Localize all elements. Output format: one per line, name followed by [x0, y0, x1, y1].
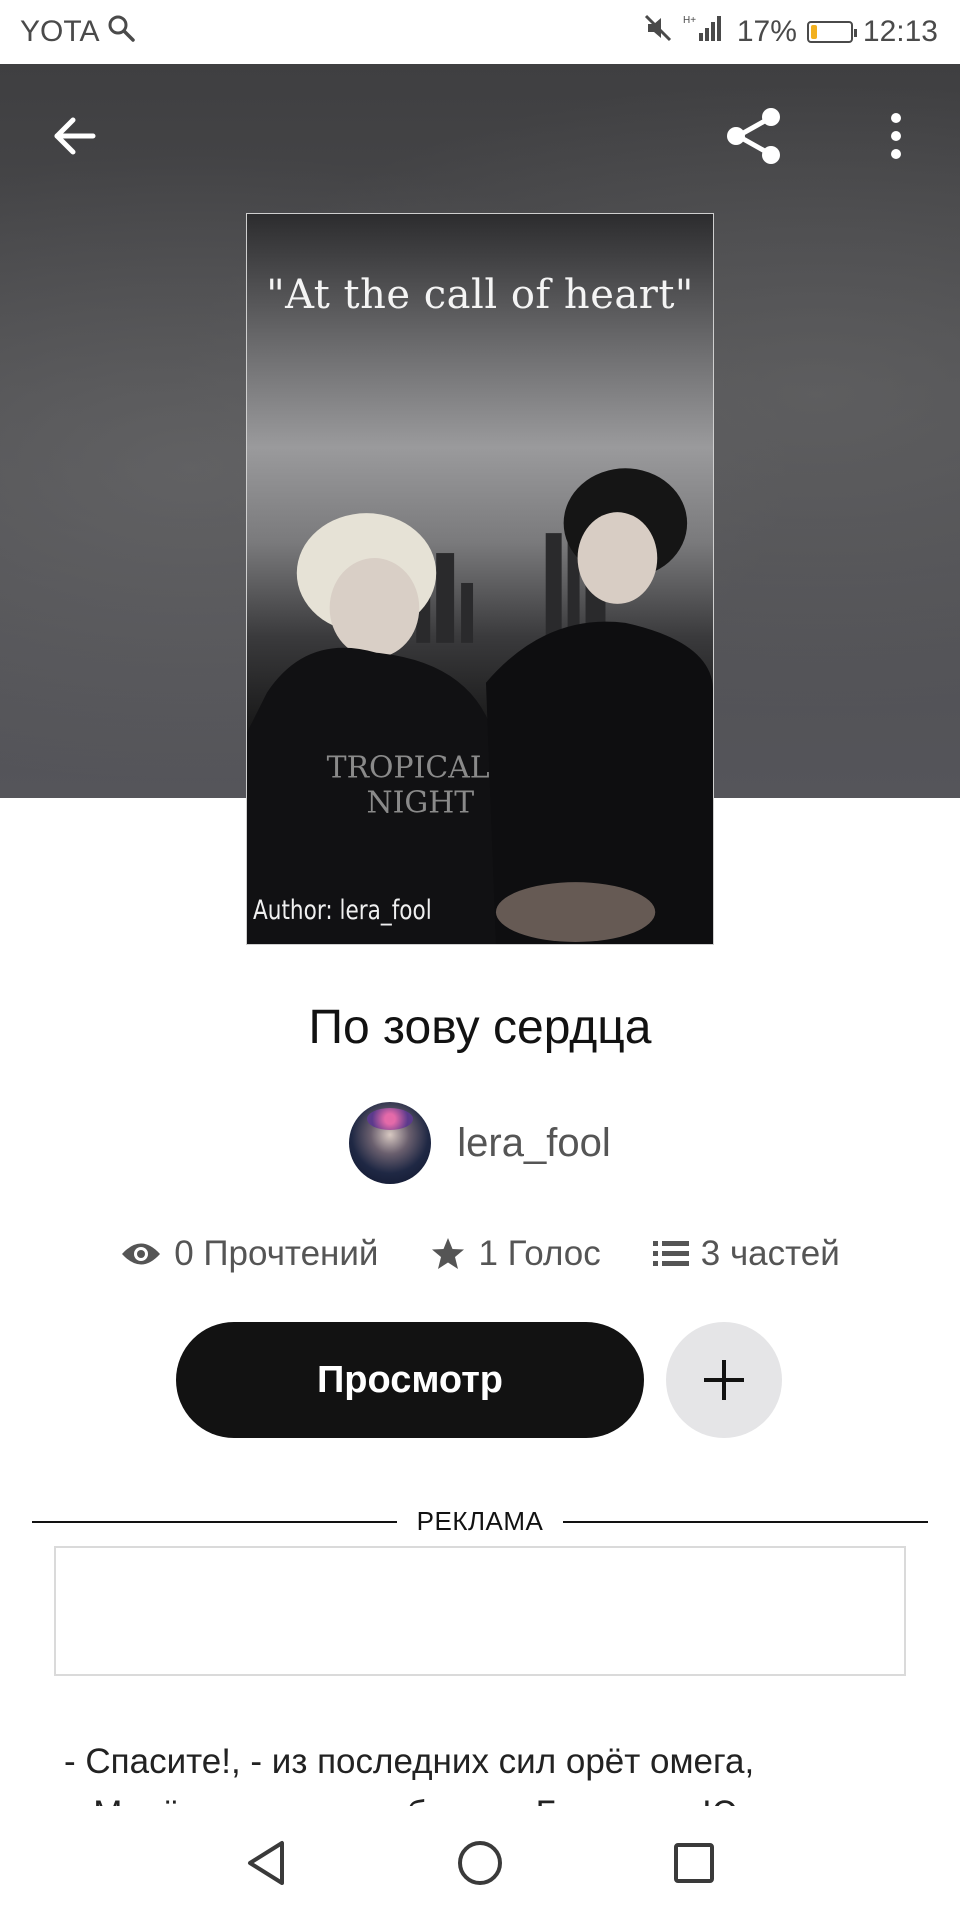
author-name[interactable]: lera_fool [457, 1121, 610, 1166]
cover-author-text: Author: lera_fool [253, 895, 432, 926]
reads-count: 0 Прочтений [174, 1234, 379, 1273]
battery-percent: 17% [736, 15, 797, 48]
share-button[interactable] [722, 104, 786, 168]
carrier-label: YOTA [20, 15, 100, 48]
nav-back-button[interactable] [234, 1831, 298, 1895]
votes-count: 1 Голос [478, 1234, 601, 1273]
parts-count: 3 частей [700, 1234, 840, 1273]
list-icon [652, 1241, 689, 1266]
eye-icon [122, 1243, 161, 1265]
status-left: YOTA [20, 14, 136, 50]
story-stats: 0 Прочтений 1 Голос 3 частей [0, 1234, 960, 1274]
search-icon [107, 14, 136, 50]
plus-icon [704, 1360, 744, 1400]
cover-title-text: "At the call of heart" [266, 272, 694, 318]
signal-icon: H+ [683, 13, 727, 51]
cover-illustration: TROPICAL NIGHT [247, 468, 713, 944]
status-bar: YOTA H+ 17% 12:13 [0, 0, 960, 64]
svg-text:TROPICAL: TROPICAL [327, 750, 490, 785]
story-description: - Спасите!, - из последних сил орёт омег… [64, 1736, 904, 1814]
parts-stat: 3 частей [652, 1234, 840, 1274]
network-type-label: H+ [683, 15, 696, 26]
ad-divider: РЕКЛАМА [32, 1506, 929, 1537]
circle-home-icon [458, 1841, 502, 1885]
votes-stat: 1 Голос [430, 1234, 601, 1274]
square-recents-icon [674, 1843, 714, 1883]
read-button[interactable]: Просмотр [176, 1322, 644, 1438]
battery-icon [806, 21, 857, 43]
status-right: H+ 17% 12:13 [643, 13, 938, 51]
nav-recents-button[interactable] [662, 1831, 726, 1895]
ad-divider-line [32, 1520, 397, 1523]
star-icon [432, 1238, 465, 1269]
arrow-left-icon [54, 117, 96, 155]
author-row[interactable]: lera_fool [0, 1102, 960, 1184]
share-icon [727, 108, 780, 164]
author-avatar[interactable] [349, 1102, 432, 1184]
ad-divider-line [563, 1520, 929, 1523]
triangle-back-icon [248, 1841, 284, 1885]
more-vertical-icon [891, 113, 901, 159]
svg-text:NIGHT: NIGHT [366, 785, 474, 820]
nav-home-button[interactable] [448, 1831, 512, 1895]
reads-stat: 0 Прочтений [120, 1234, 378, 1274]
clock: 12:13 [862, 15, 938, 48]
battery-level [810, 25, 818, 39]
story-title: По зову сердца [308, 1001, 652, 1054]
ad-label: РЕКЛАМА [416, 1506, 544, 1536]
back-button[interactable] [42, 104, 106, 168]
mute-icon [643, 13, 673, 51]
more-options-button[interactable] [864, 104, 928, 168]
add-to-library-button[interactable] [666, 1322, 782, 1438]
description-line: - Спасите!, - из последних сил орёт омег… [64, 1742, 755, 1781]
ad-placeholder[interactable] [54, 1546, 906, 1676]
system-nav-bar [0, 1806, 960, 1920]
book-cover[interactable]: TROPICAL NIGHT "At the call of heart" Au… [246, 213, 714, 945]
